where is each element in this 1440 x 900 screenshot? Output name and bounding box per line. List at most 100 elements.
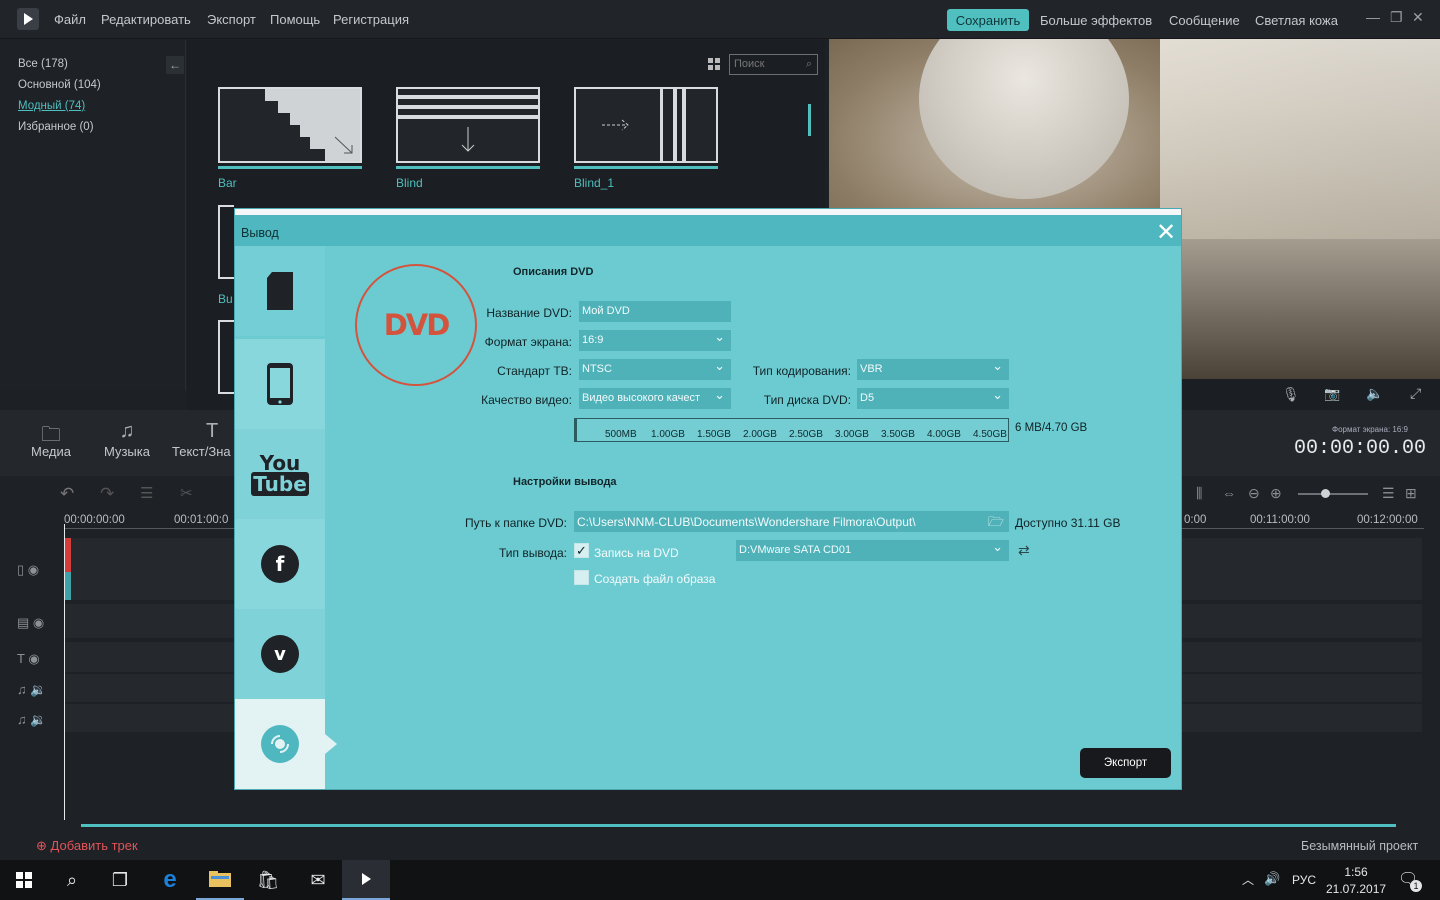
burn-dvd-label: Запись на DVD: [594, 546, 679, 560]
grid-scrollbar[interactable]: [808, 104, 811, 136]
effect-bar[interactable]: Bar: [218, 87, 362, 190]
cut-icon[interactable]: ✂: [180, 484, 193, 502]
effect-blind[interactable]: Blind: [396, 87, 540, 190]
dvd-name-field[interactable]: Мой DVD: [579, 301, 731, 322]
menu-register[interactable]: Регистрация: [333, 12, 409, 27]
text-button[interactable]: T Текст/Зна: [172, 420, 236, 459]
burn-dvd-checkbox[interactable]: ✓: [574, 543, 589, 558]
effect-thumbnail-partial[interactable]: [218, 320, 234, 394]
clip-marker[interactable]: [65, 538, 71, 600]
active-pointer: [325, 734, 337, 754]
folder-icon[interactable]: 🗁: [988, 513, 1004, 532]
project-name: Безымянный проект: [1301, 839, 1419, 853]
windows-start-icon[interactable]: [0, 860, 48, 900]
menu-edit[interactable]: Редактировать: [101, 12, 191, 27]
search-input[interactable]: Поиск ⌕: [729, 54, 818, 75]
section-dvd-description: Описания DVD: [513, 266, 594, 278]
microphone-icon[interactable]: 🎙: [1282, 386, 1300, 403]
encoding-label: Тип кодирования:: [752, 364, 851, 378]
adjust-icon[interactable]: ☰: [140, 484, 153, 502]
create-iso-checkbox[interactable]: [574, 570, 589, 585]
file-explorer-icon[interactable]: [196, 860, 244, 900]
tv-standard-label: Стандарт ТВ:: [497, 364, 572, 378]
menu-export[interactable]: Экспорт: [207, 12, 256, 27]
volume-icon[interactable]: 🔈: [1366, 385, 1383, 402]
disc-type-select[interactable]: D5: [857, 388, 1009, 409]
menu-help[interactable]: Помощь: [270, 12, 320, 27]
phone-icon: [267, 363, 293, 405]
taskbar-clock[interactable]: 1:56 21.07.2017: [1326, 864, 1386, 898]
tray-chevron-icon[interactable]: ︿: [1242, 871, 1254, 888]
target-device[interactable]: [235, 339, 325, 429]
available-space: Доступно 31.11 GB: [1015, 516, 1121, 530]
target-facebook[interactable]: f: [235, 519, 325, 609]
search-icon[interactable]: ⌕: [48, 860, 96, 900]
mail-icon[interactable]: ✉: [294, 860, 342, 900]
category-trendy[interactable]: Модный (74): [18, 100, 85, 112]
menu-file[interactable]: Файл: [54, 12, 86, 27]
refresh-icon[interactable]: ⇄: [1018, 542, 1030, 559]
fit-icon[interactable]: ⇔: [1222, 485, 1236, 501]
add-track-button[interactable]: ⊕ Добавить трек: [36, 838, 138, 854]
target-vimeo[interactable]: v: [235, 609, 325, 699]
target-dvd[interactable]: [235, 699, 325, 789]
effect-thumbnail: [396, 87, 540, 163]
speaker-icon[interactable]: 🔊: [1264, 871, 1280, 887]
edge-browser-icon[interactable]: e: [146, 860, 194, 900]
ruler-mark: 00:12:00:00: [1357, 514, 1418, 526]
file-icon: [267, 272, 293, 310]
zoom-out-icon[interactable]: ⊖: [1248, 485, 1260, 502]
scale-tick: 500MB: [605, 429, 637, 440]
filmora-taskbar-icon[interactable]: [342, 860, 390, 900]
zoom-slider-handle[interactable]: [1321, 489, 1330, 498]
close-icon[interactable]: ✕: [1156, 218, 1176, 247]
task-view-icon[interactable]: ❐: [96, 860, 144, 900]
effect-thumbnail-partial[interactable]: [218, 205, 234, 279]
aspect-select[interactable]: 16:9: [579, 330, 731, 351]
effect-label: Bu: [218, 292, 233, 306]
close-window-icon[interactable]: ✕: [1412, 9, 1424, 26]
camera-icon[interactable]: 📷: [1324, 386, 1340, 402]
redo-icon[interactable]: ↷: [100, 484, 114, 504]
category-basic[interactable]: Основной (104): [18, 79, 101, 91]
encoding-select[interactable]: VBR: [857, 359, 1009, 380]
category-all[interactable]: Все (178): [18, 58, 68, 70]
section-output-settings: Настройки вывода: [513, 476, 617, 488]
media-button[interactable]: 🗀 Медиа: [28, 420, 74, 459]
skin-link[interactable]: Светлая кожа: [1255, 13, 1338, 28]
zoom-in-icon[interactable]: ⊕: [1270, 485, 1282, 502]
zoom-slider[interactable]: [1298, 493, 1368, 495]
effect-blind-1[interactable]: Blind_1: [574, 87, 718, 190]
grid-view-icon[interactable]: [708, 58, 720, 70]
ruler-mark: 00:00:00:00: [64, 514, 125, 526]
fullscreen-icon[interactable]: ⤢: [1410, 385, 1421, 402]
export-button[interactable]: Экспорт: [1080, 748, 1171, 778]
audio-mixer-icon[interactable]: ⫼: [1196, 485, 1202, 502]
effect-label: Bar: [218, 176, 237, 190]
maximize-icon[interactable]: ❐: [1390, 9, 1403, 26]
minimize-icon[interactable]: —: [1366, 9, 1380, 25]
save-button[interactable]: Сохранить: [947, 9, 1029, 31]
target-youtube[interactable]: You Tube: [235, 429, 325, 519]
drive-select[interactable]: D:VMware SATA CD01: [736, 540, 1009, 561]
collapse-panel-icon[interactable]: ←: [166, 56, 184, 74]
message-link[interactable]: Сообщение: [1169, 13, 1240, 28]
folder-icon: 🗀: [41, 424, 61, 446]
effect-thumbnail: [574, 87, 718, 163]
target-local-file[interactable]: [235, 246, 325, 336]
quality-label: Качество видео:: [481, 393, 572, 407]
app-logo-icon: [17, 8, 39, 30]
list-view-icon[interactable]: ☰: [1382, 485, 1395, 502]
timeline-scrollbar[interactable]: [81, 824, 1396, 827]
path-field[interactable]: C:\Users\NNM-CLUB\Documents\Wondershare …: [574, 511, 1009, 532]
music-button[interactable]: ♫ Музыка: [104, 420, 150, 459]
scale-tick: 4.50GB: [973, 429, 1007, 440]
language-indicator[interactable]: РУС: [1292, 873, 1316, 887]
category-favorites[interactable]: Избранное (0): [18, 121, 94, 133]
plus-icon: ⊕: [36, 838, 51, 853]
undo-icon[interactable]: ↶: [60, 484, 74, 504]
export-target-sidebar: You Tube f v: [235, 246, 337, 789]
grid-view-icon[interactable]: ⊞: [1405, 485, 1417, 502]
more-effects-link[interactable]: Больше эффектов: [1040, 13, 1152, 28]
store-icon[interactable]: 🛍: [244, 860, 292, 900]
